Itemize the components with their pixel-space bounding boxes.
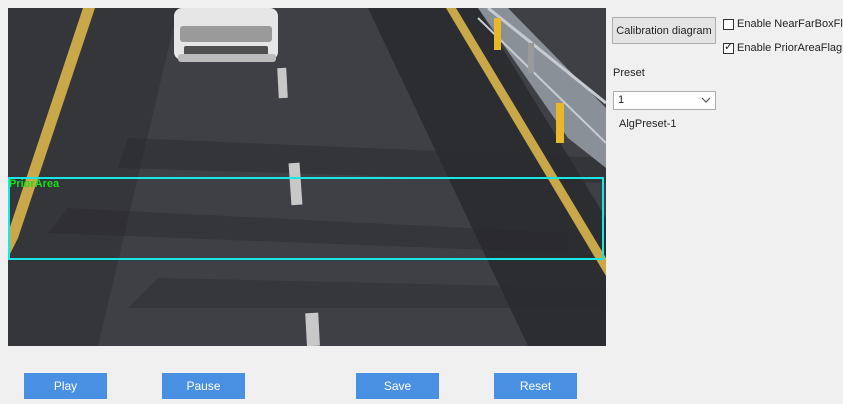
save-button[interactable]: Save — [356, 373, 439, 399]
config-panel: PriorArea Calibration diagram Enable Nea… — [0, 0, 843, 404]
prior-area-flag-checkbox[interactable]: ✓ Enable PriorAreaFlag — [723, 40, 843, 54]
preset-value: 1 — [618, 94, 625, 106]
play-button[interactable]: Play — [24, 373, 107, 399]
near-far-label: Enable NearFarBoxFlag — [737, 18, 843, 30]
near-far-box-flag-checkbox[interactable]: Enable NearFarBoxFlag — [723, 18, 843, 30]
chevron-down-icon — [701, 97, 711, 103]
reset-button[interactable]: Reset — [494, 373, 577, 399]
video-view[interactable]: PriorArea — [8, 8, 606, 346]
prior-area-region[interactable] — [8, 177, 604, 260]
prior-area-flag-label: Enable PriorAreaFlag — [737, 42, 843, 54]
prior-area-checkbox-box[interactable]: ✓ — [723, 40, 734, 54]
alg-preset-name: AlgPreset-1 — [619, 118, 677, 130]
prior-area-label: PriorArea — [9, 178, 60, 190]
near-far-checkbox-box[interactable] — [723, 18, 734, 30]
checkmark-icon: ✓ — [724, 40, 734, 53]
pause-button[interactable]: Pause — [162, 373, 245, 399]
calibration-diagram-button[interactable]: Calibration diagram — [612, 17, 716, 44]
preset-label: Preset — [613, 67, 645, 79]
preset-select[interactable]: 1 — [613, 91, 716, 110]
